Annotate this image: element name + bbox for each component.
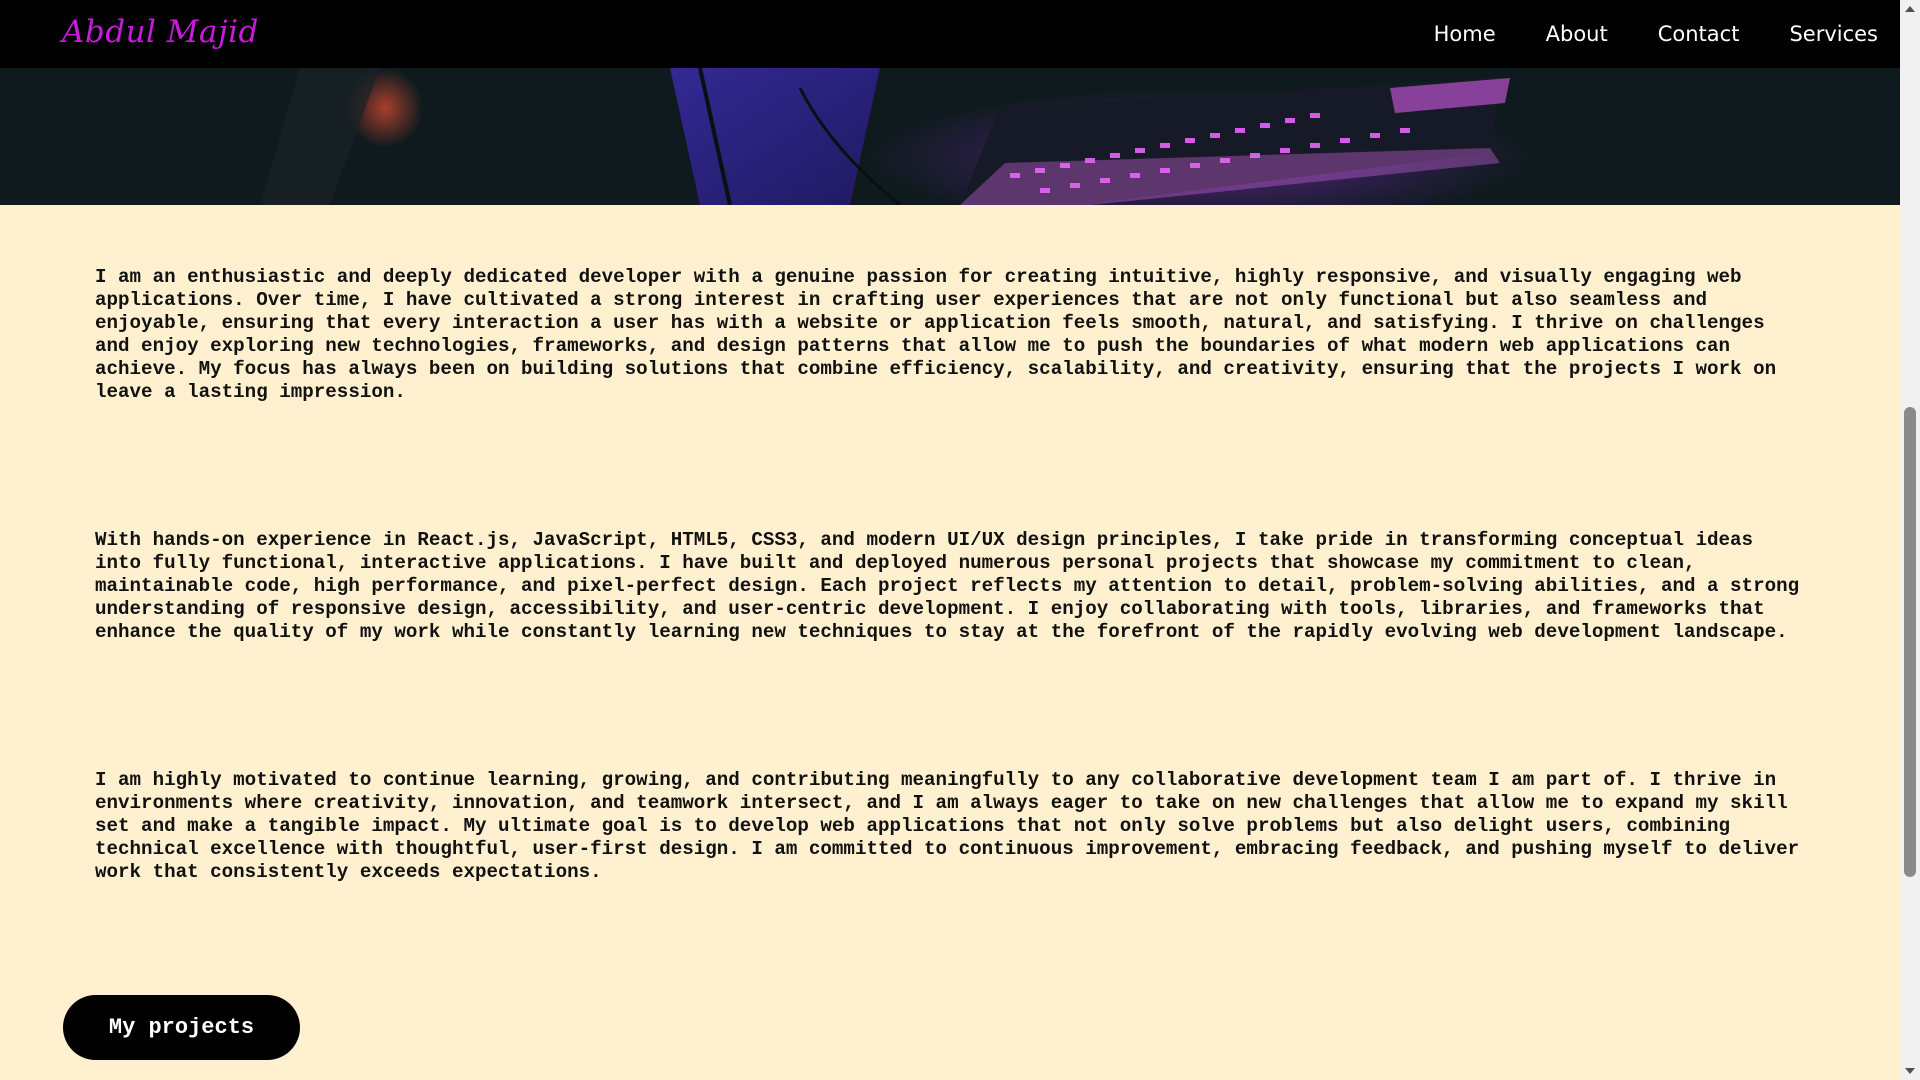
scrollbar-thumb[interactable] bbox=[1904, 407, 1916, 877]
browser-viewport: Abdul Majid Home About Contact Services bbox=[0, 0, 1920, 1080]
scroll-down-icon[interactable] bbox=[1905, 1068, 1915, 1074]
keyboard-image bbox=[0, 68, 1900, 205]
nav-link-home[interactable]: Home bbox=[1434, 22, 1496, 46]
about-paragraph-2: With hands-on experience in React.js, Ja… bbox=[95, 529, 1800, 643]
about-paragraph-1: I am an enthusiastic and deeply dedicate… bbox=[95, 266, 1777, 403]
nav-link-services[interactable]: Services bbox=[1789, 22, 1878, 46]
brand-logo-text[interactable]: Abdul Majid bbox=[62, 14, 259, 50]
nav-links: Home About Contact Services bbox=[1434, 0, 1878, 68]
nav-link-about[interactable]: About bbox=[1546, 22, 1608, 46]
page-scrollbar[interactable] bbox=[1900, 0, 1920, 1080]
about-paragraph-3: I am highly motivated to continue learni… bbox=[95, 769, 1800, 883]
nav-link-contact[interactable]: Contact bbox=[1658, 22, 1740, 46]
about-content: I am an enthusiastic and deeply dedicate… bbox=[95, 266, 1807, 884]
scroll-up-icon[interactable] bbox=[1905, 6, 1915, 12]
page: Abdul Majid Home About Contact Services bbox=[0, 0, 1900, 1080]
hero-keyboard-image bbox=[0, 68, 1900, 205]
navbar: Abdul Majid Home About Contact Services bbox=[0, 0, 1900, 68]
my-projects-button[interactable]: My projects bbox=[63, 995, 300, 1060]
